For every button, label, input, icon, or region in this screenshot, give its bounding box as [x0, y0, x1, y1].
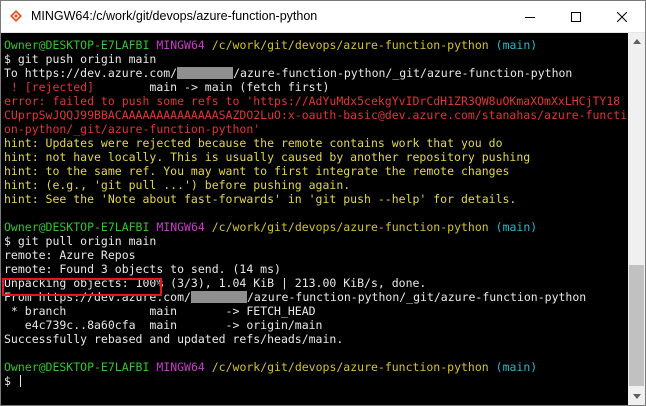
output-line: * branch main -> FETCH_HEAD: [4, 304, 316, 318]
output-line: Successfully rebased and updated refs/he…: [4, 332, 344, 346]
minimize-icon: [525, 16, 535, 18]
scrollbar-thumb[interactable]: [629, 265, 644, 386]
window-title: MINGW64:/c/work/git/devops/azure-functio…: [31, 9, 318, 23]
prompt-system: MINGW64: [156, 220, 205, 234]
push-url-prefix: To https://dev.azure.com/: [4, 66, 178, 80]
prompt-user: Owner@DESKTOP-E7LAFBI: [4, 38, 150, 52]
output-line: From https://dev.azure.com/ /azure-functi…: [4, 290, 628, 304]
output-line: remote: Azure Repos: [4, 248, 136, 262]
chevron-down-icon: [632, 394, 641, 399]
scroll-down-button[interactable]: [628, 388, 645, 405]
push-url-suffix: /azure-function-python/_git/azure-functi…: [233, 66, 573, 80]
hint-line: hint: not have locally. This is usually …: [4, 150, 531, 164]
terminal-window: MINGW64:/c/work/git/devops/azure-functio…: [0, 0, 646, 406]
hint-line: hint: See the 'Note about fast-forwards'…: [4, 192, 517, 206]
text-cursor: [19, 375, 21, 387]
prompt-user: Owner@DESKTOP-E7LAFBI: [4, 220, 150, 234]
prompt-branch: (main): [495, 38, 538, 52]
prompt-path: /c/work/git/devops/azure-function-python: [211, 360, 489, 374]
mingw-app-icon: [9, 9, 23, 23]
command-line: $ git pull origin main: [4, 234, 157, 248]
prompt-branch: (main): [495, 220, 538, 234]
output-line: e4c739c..8a60cfa main -> origin/main: [4, 318, 323, 332]
prompt-line: Owner@DESKTOP-E7LAFBI MINGW64 /c/work/gi…: [4, 360, 628, 374]
hint-line: hint: (e.g., 'git pull ...') before push…: [4, 178, 351, 192]
output-line: Unpacking objects: 100% (3/3), 1.04 KiB …: [4, 276, 427, 290]
output-line: remote: Found 3 objects to send. (14 ms): [4, 262, 281, 276]
vertical-scrollbar[interactable]: [628, 33, 645, 405]
rejected-detail: main -> main (fetch first): [94, 80, 330, 94]
scroll-up-button[interactable]: [628, 33, 645, 50]
rejected-tag: ! [rejected]: [4, 80, 95, 94]
input-prompt: $: [4, 374, 18, 388]
output-line: ! [rejected] main -> main (fetch first): [4, 80, 628, 94]
maximize-button[interactable]: [553, 1, 599, 32]
error-line: error: failed to push some refs to 'http…: [4, 94, 621, 108]
minimize-button[interactable]: [507, 1, 553, 32]
hint-line: hint: to the same ref. You may want to f…: [4, 164, 510, 178]
from-url-prefix: From https://dev.azure.com/: [4, 290, 191, 304]
close-button[interactable]: [599, 1, 645, 32]
hint-line: hint: Updates were rejected because the …: [4, 136, 503, 150]
redacted-org: [190, 291, 247, 303]
prompt-system: MINGW64: [156, 38, 205, 52]
prompt-path: /c/work/git/devops/azure-function-python: [211, 38, 489, 52]
prompt-line: Owner@DESKTOP-E7LAFBI MINGW64 /c/work/gi…: [4, 38, 628, 52]
title-bar[interactable]: MINGW64:/c/work/git/devops/azure-functio…: [1, 1, 645, 33]
prompt-system: MINGW64: [156, 360, 205, 374]
prompt-user: Owner@DESKTOP-E7LAFBI: [4, 360, 150, 374]
chevron-up-icon: [632, 39, 641, 44]
error-line: on-python/_git/azure-function-python': [4, 122, 261, 136]
command-line: $ git push origin main: [4, 52, 157, 66]
close-icon: [617, 11, 627, 22]
maximize-icon: [571, 11, 581, 22]
output-line: To https://dev.azure.com/ /azure-function…: [4, 66, 628, 80]
prompt-path: /c/work/git/devops/azure-function-python: [211, 220, 489, 234]
terminal-output[interactable]: Owner@DESKTOP-E7LAFBI MINGW64 /c/work/gi…: [1, 33, 628, 405]
prompt-branch: (main): [495, 360, 538, 374]
error-line: CUprpSwJQQJ99BBACAAAAAAAAAAAAAASAZDO2LuO…: [4, 108, 628, 122]
prompt-line: Owner@DESKTOP-E7LAFBI MINGW64 /c/work/gi…: [4, 220, 628, 234]
from-url-suffix: /azure-function-python/_git/azure-functi…: [246, 290, 587, 304]
redacted-org: [177, 67, 234, 79]
command-input-line[interactable]: $: [4, 374, 628, 388]
